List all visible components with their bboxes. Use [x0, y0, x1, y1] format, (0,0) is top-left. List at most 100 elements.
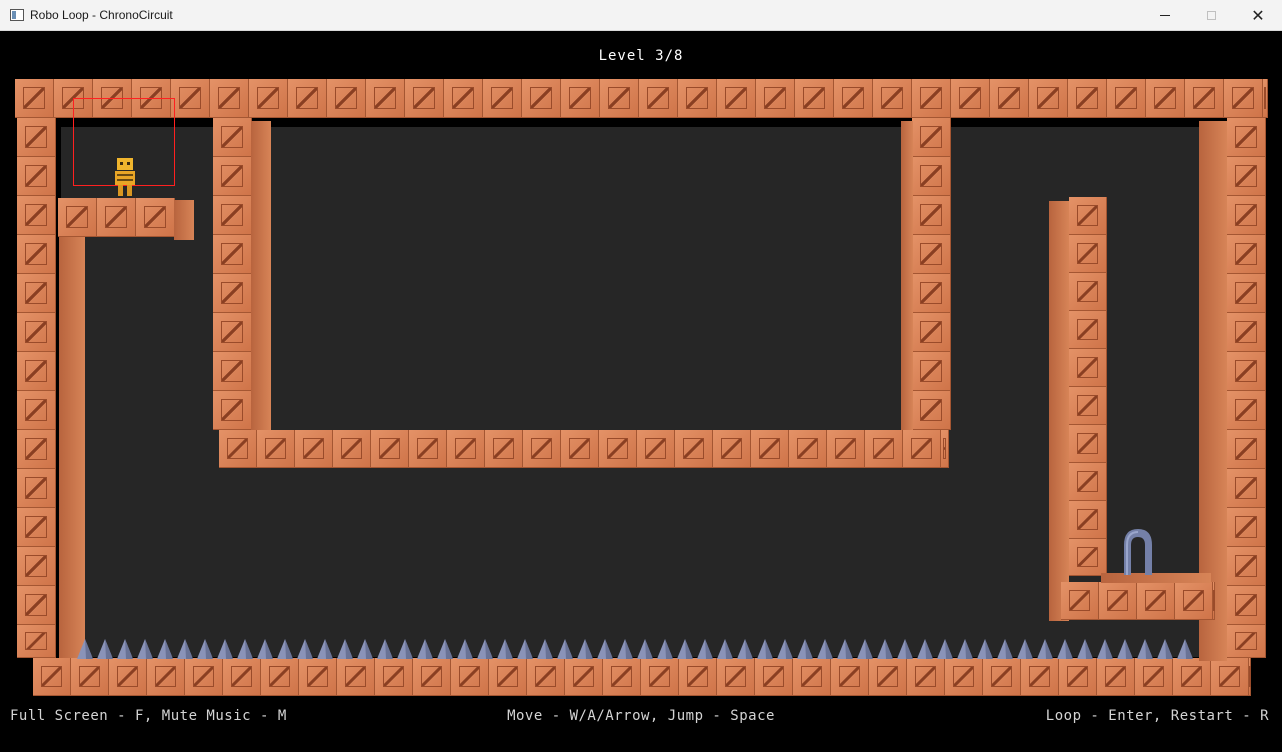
left-wall-block [17, 118, 56, 157]
top-wall-block [327, 79, 366, 118]
level-indicator: Level 3/8 [598, 48, 684, 64]
top-wall-block [405, 79, 444, 118]
left-wall-block [17, 547, 56, 586]
inner-floor-block [789, 430, 827, 468]
top-wall-block [210, 79, 249, 118]
floor-block [1059, 658, 1097, 696]
wall-block-side [1049, 201, 1069, 621]
inner-floor-block [751, 430, 789, 468]
start-ledge-block [97, 198, 136, 237]
right-wall-block [1227, 430, 1266, 469]
portal-ledge-block [1137, 582, 1175, 620]
maximize-button[interactable] [1188, 0, 1234, 31]
inner-right-wall-block [912, 235, 951, 274]
floor-block [1021, 658, 1059, 696]
left-wall-block [17, 157, 56, 196]
pillar-block [1069, 197, 1107, 235]
inner-floor-block [599, 430, 637, 468]
left-wall-block [17, 196, 56, 235]
inner-right-wall-block [912, 391, 951, 430]
top-wall-block [1068, 79, 1107, 118]
top-wall-block [288, 79, 327, 118]
top-wall-block [834, 79, 873, 118]
left-wall-block [17, 235, 56, 274]
floor-block [71, 658, 109, 696]
inner-right-wall-block [912, 118, 951, 157]
game-viewport[interactable]: Level 3/8 Full Screen - F, Mute Music - … [1, 31, 1281, 751]
floor-block [337, 658, 375, 696]
top-wall-block [1146, 79, 1185, 118]
top-wall-block [756, 79, 795, 118]
floor-block [983, 658, 1021, 696]
inner-right-wall-block [912, 352, 951, 391]
floor-block [641, 658, 679, 696]
inner-floor-block [447, 430, 485, 468]
floor-block [717, 658, 755, 696]
window-title: Robo Loop - ChronoCircuit [30, 8, 173, 22]
inner-floor-block [523, 430, 561, 468]
inner-floor-block [941, 430, 949, 468]
top-wall-block [951, 79, 990, 118]
left-wall-block [17, 274, 56, 313]
floor-block [375, 658, 413, 696]
inner-floor-block [865, 430, 903, 468]
top-wall-block [249, 79, 288, 118]
portal-ledge-block [1175, 582, 1213, 620]
pillar-block [1069, 349, 1107, 387]
right-wall-block [1227, 508, 1266, 547]
floor-block [679, 658, 717, 696]
top-wall-block [444, 79, 483, 118]
start-ledge-block [58, 198, 97, 237]
floor-block [565, 658, 603, 696]
top-wall-block [1185, 79, 1224, 118]
inner-floor-block [713, 430, 751, 468]
pillar-block [1069, 539, 1107, 576]
top-wall-block [561, 79, 600, 118]
robot-player-icon [115, 158, 135, 196]
arch-portal-icon [1124, 529, 1152, 575]
pillar-block [1069, 387, 1107, 425]
top-wall-block [639, 79, 678, 118]
inner-floor-block [637, 430, 675, 468]
floor-block [299, 658, 337, 696]
spike-row [77, 639, 1193, 659]
floor-block [185, 658, 223, 696]
top-wall-block [717, 79, 756, 118]
right-wall-block [1227, 586, 1266, 625]
minimize-button[interactable] [1142, 0, 1188, 31]
floor-block [527, 658, 565, 696]
top-wall-block [171, 79, 210, 118]
inner-floor-block [903, 430, 941, 468]
inner-left-wall-block [213, 196, 252, 235]
top-wall-block [1263, 79, 1268, 118]
close-button[interactable]: ✕ [1235, 0, 1281, 31]
loop-restart-hint: Loop - Enter, Restart - R [1045, 708, 1269, 724]
floor-block [869, 658, 907, 696]
inner-right-wall-block [912, 274, 951, 313]
top-wall-block [873, 79, 912, 118]
inner-floor-block [675, 430, 713, 468]
floor-block [489, 658, 527, 696]
floor-block [1211, 658, 1249, 696]
close-icon: ✕ [1251, 5, 1265, 25]
top-wall-block [522, 79, 561, 118]
portal-ledge-block [1213, 582, 1216, 620]
pillar-block [1069, 235, 1107, 273]
right-wall-block [1227, 391, 1266, 430]
inner-floor-block [409, 430, 447, 468]
top-wall-block [912, 79, 951, 118]
floor-block [33, 658, 71, 696]
right-wall-block [1227, 196, 1266, 235]
top-wall-block [15, 79, 54, 118]
floor-block [755, 658, 793, 696]
floor-block [603, 658, 641, 696]
left-wall-block [17, 508, 56, 547]
inner-floor-block [371, 430, 409, 468]
inner-floor-block [333, 430, 371, 468]
floor-block [793, 658, 831, 696]
left-wall-block [17, 586, 56, 625]
inner-floor-block [827, 430, 865, 468]
top-wall-block [1107, 79, 1146, 118]
right-wall-block [1227, 469, 1266, 508]
pillar-block [1069, 273, 1107, 311]
